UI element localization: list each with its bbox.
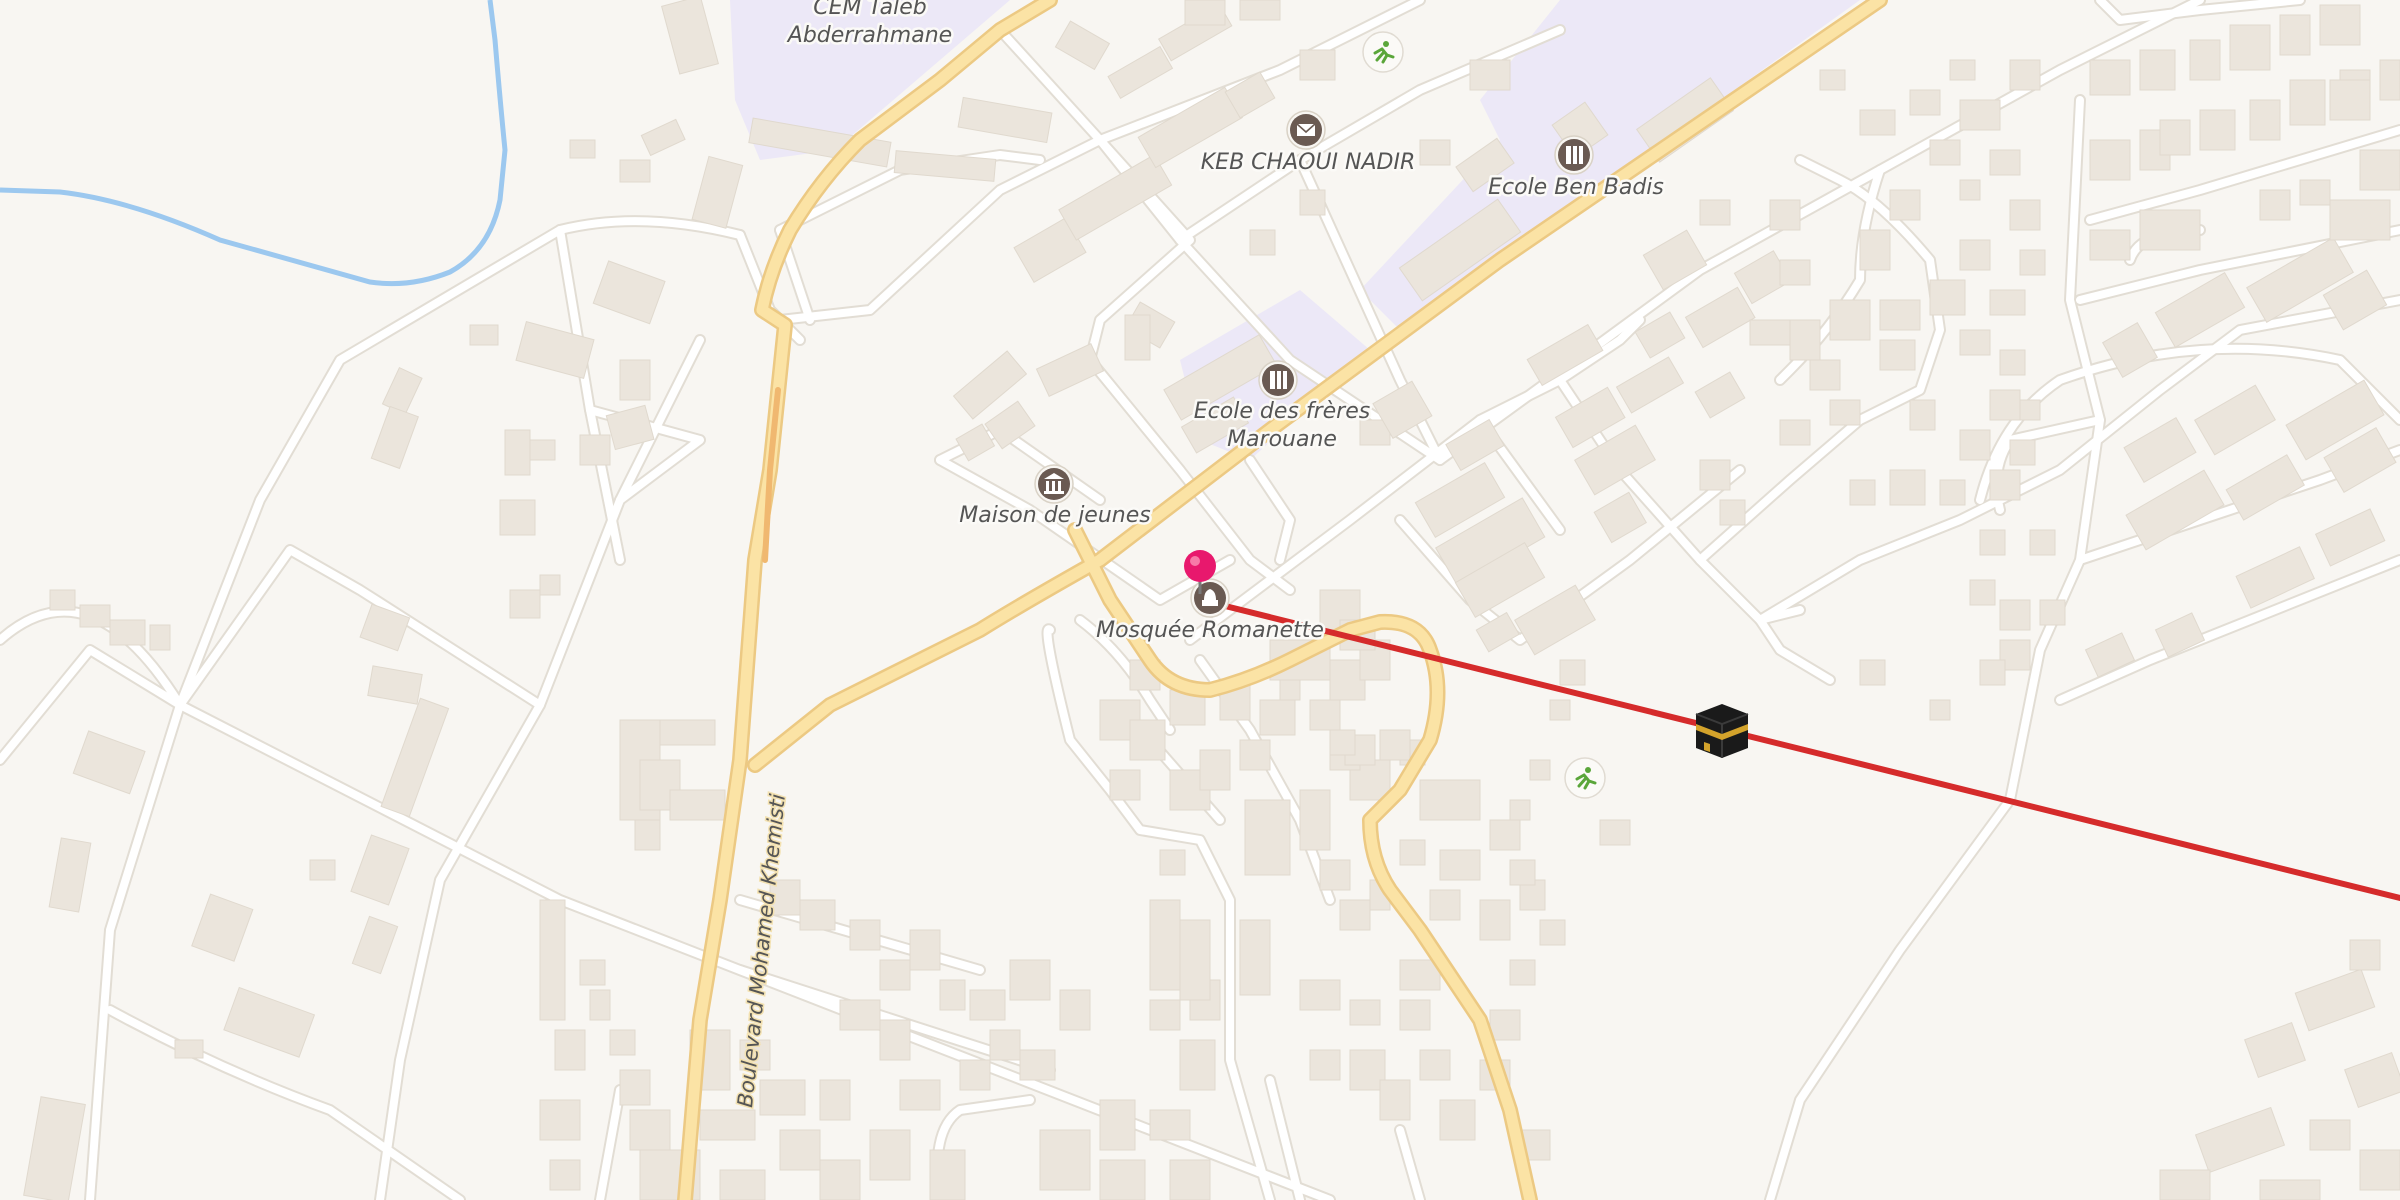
poi-label-cem-line1: CEM Taleb — [813, 0, 926, 20]
school-icon[interactable] — [1258, 360, 1298, 400]
poi-label-freres-line1: Ecole des frères — [1194, 399, 1370, 424]
river — [0, 0, 508, 287]
poi-label-ben-badis: Ecole Ben Badis — [1488, 175, 1664, 200]
mosque-icon[interactable] — [1190, 578, 1230, 618]
school-icon[interactable] — [1554, 135, 1594, 175]
poi-label-mosquee: Mosquée Romanette — [1096, 618, 1324, 643]
sport-icon[interactable] — [1362, 31, 1404, 73]
poi-label-cem-line2: Abderrahmane — [786, 23, 952, 48]
poi-label-maison: Maison de jeunes — [959, 503, 1150, 528]
poi-label-keb: KEB CHAOUI NADIR — [1201, 150, 1416, 175]
post-office-icon[interactable] — [1286, 110, 1326, 150]
poi-label-freres-line2: Marouane — [1227, 427, 1337, 452]
map-canvas[interactable]: CEM Taleb Abderrahmane KEB CHAOUI NADIR … — [0, 0, 2400, 1200]
museum-icon[interactable] — [1034, 464, 1074, 504]
kaaba-icon[interactable] — [1695, 704, 1749, 758]
road-label-boulevard: Boulevard Mohamed Khemisti — [733, 792, 790, 1108]
map-svg: CEM Taleb Abderrahmane KEB CHAOUI NADIR … — [0, 0, 2400, 1200]
sport-icon[interactable] — [1564, 757, 1606, 799]
